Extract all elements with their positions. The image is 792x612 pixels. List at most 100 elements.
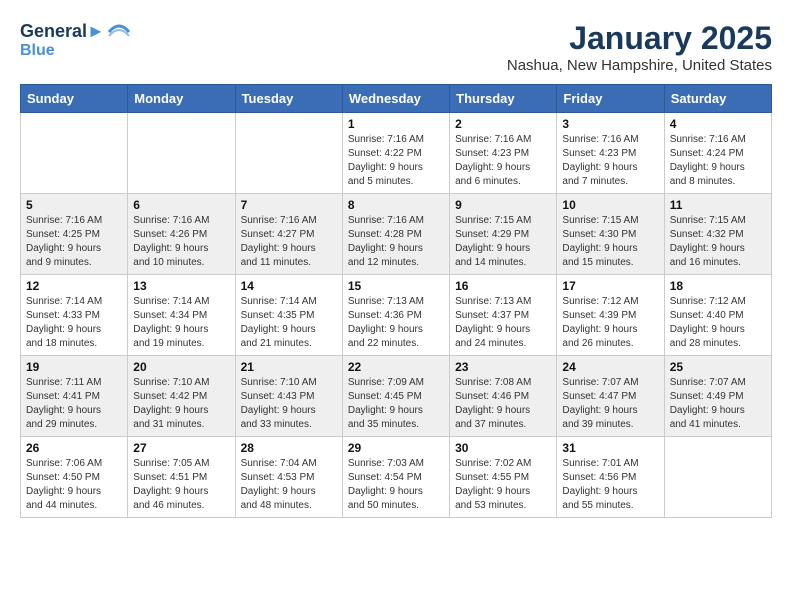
calendar-cell: 27Sunrise: 7:05 AM Sunset: 4:51 PM Dayli… <box>128 437 235 518</box>
day-number: 19 <box>26 360 122 374</box>
calendar-week-2: 5 Sunrise: 7:16 AM Sunset: 4:25 PM Daylig… <box>21 194 772 275</box>
day-number: 26 <box>26 441 122 455</box>
logo: General► Blue <box>20 20 131 60</box>
calendar-cell: 3Sunrise: 7:16 AM Sunset: 4:23 PM Daylig… <box>557 113 664 194</box>
calendar-cell: 10Sunrise: 7:15 AM Sunset: 4:30 PM Dayli… <box>557 194 664 275</box>
logo-blue: Blue <box>20 42 131 60</box>
calendar-cell: 17 Sunrise: 7:12 AM Sunset: 4:39 PM Dayli… <box>557 275 664 356</box>
day-info: Sunrise: 7:12 AM Sunset: 4:40 PM Dayligh… <box>670 295 766 351</box>
day-info: Sunrise: 7:16 AM Sunset: 4:25 PM Dayligh… <box>26 214 122 270</box>
day-number: 22 <box>348 360 444 374</box>
calendar-cell: 18 Sunrise: 7:12 AM Sunset: 4:40 PM Dayli… <box>664 275 771 356</box>
day-number: 8 <box>348 198 444 212</box>
calendar-cell <box>128 113 235 194</box>
day-number: 24 <box>562 360 658 374</box>
logo-text: General► <box>20 21 105 43</box>
day-number: 11 <box>670 198 766 212</box>
day-info: Sunrise: 7:07 AM Sunset: 4:47 PM Dayligh… <box>562 376 658 432</box>
day-info: Sunrise: 7:07 AM Sunset: 4:49 PM Dayligh… <box>670 376 766 432</box>
day-info: Sunrise: 7:16 AM Sunset: 4:28 PM Dayligh… <box>348 214 444 270</box>
day-number: 16 <box>455 279 551 293</box>
calendar-cell: 9 Sunrise: 7:15 AM Sunset: 4:29 PM Daylig… <box>450 194 557 275</box>
day-number: 4 <box>670 117 766 131</box>
weekday-header-wednesday: Wednesday <box>342 85 449 113</box>
day-info: Sunrise: 7:14 AM Sunset: 4:35 PM Dayligh… <box>241 295 337 351</box>
month-title: January 2025 <box>507 20 772 57</box>
day-info: Sunrise: 7:10 AM Sunset: 4:43 PM Dayligh… <box>241 376 337 432</box>
calendar: SundayMondayTuesdayWednesdayThursdayFrid… <box>20 84 772 518</box>
calendar-cell: 28 Sunrise: 7:04 AM Sunset: 4:53 PM Dayli… <box>235 437 342 518</box>
day-number: 23 <box>455 360 551 374</box>
title-area: January 2025 Nashua, New Hampshire, Unit… <box>507 20 772 74</box>
day-info: Sunrise: 7:12 AM Sunset: 4:39 PM Dayligh… <box>562 295 658 351</box>
calendar-cell: 2 Sunrise: 7:16 AM Sunset: 4:23 PM Daylig… <box>450 113 557 194</box>
day-info: Sunrise: 7:02 AM Sunset: 4:55 PM Dayligh… <box>455 457 551 513</box>
day-info: Sunrise: 7:16 AM Sunset: 4:23 PM Dayligh… <box>455 133 551 189</box>
day-info: Sunrise: 7:09 AM Sunset: 4:45 PM Dayligh… <box>348 376 444 432</box>
day-number: 28 <box>241 441 337 455</box>
location-title: Nashua, New Hampshire, United States <box>507 57 772 74</box>
calendar-cell: 25 Sunrise: 7:07 AM Sunset: 4:49 PM Dayli… <box>664 356 771 437</box>
calendar-cell: 16 Sunrise: 7:13 AM Sunset: 4:37 PM Dayli… <box>450 275 557 356</box>
day-number: 15 <box>348 279 444 293</box>
day-number: 2 <box>455 117 551 131</box>
day-number: 6 <box>133 198 229 212</box>
calendar-cell <box>664 437 771 518</box>
calendar-cell: 11 Sunrise: 7:15 AM Sunset: 4:32 PM Dayli… <box>664 194 771 275</box>
day-info: Sunrise: 7:14 AM Sunset: 4:33 PM Dayligh… <box>26 295 122 351</box>
calendar-cell: 19 Sunrise: 7:11 AM Sunset: 4:41 PM Dayli… <box>21 356 128 437</box>
day-number: 29 <box>348 441 444 455</box>
day-info: Sunrise: 7:10 AM Sunset: 4:42 PM Dayligh… <box>133 376 229 432</box>
header: General► Blue January 2025 Nashua, New H… <box>20 20 772 74</box>
calendar-week-3: 12 Sunrise: 7:14 AM Sunset: 4:33 PM Dayli… <box>21 275 772 356</box>
day-number: 20 <box>133 360 229 374</box>
day-info: Sunrise: 7:06 AM Sunset: 4:50 PM Dayligh… <box>26 457 122 513</box>
day-number: 9 <box>455 198 551 212</box>
weekday-header-thursday: Thursday <box>450 85 557 113</box>
calendar-cell: 14Sunrise: 7:14 AM Sunset: 4:35 PM Dayli… <box>235 275 342 356</box>
calendar-cell: 8 Sunrise: 7:16 AM Sunset: 4:28 PM Daylig… <box>342 194 449 275</box>
day-number: 7 <box>241 198 337 212</box>
day-info: Sunrise: 7:16 AM Sunset: 4:24 PM Dayligh… <box>670 133 766 189</box>
calendar-cell: 1Sunrise: 7:16 AM Sunset: 4:22 PM Daylig… <box>342 113 449 194</box>
day-info: Sunrise: 7:05 AM Sunset: 4:51 PM Dayligh… <box>133 457 229 513</box>
day-number: 17 <box>562 279 658 293</box>
day-info: Sunrise: 7:15 AM Sunset: 4:32 PM Dayligh… <box>670 214 766 270</box>
calendar-cell: 29 Sunrise: 7:03 AM Sunset: 4:54 PM Dayli… <box>342 437 449 518</box>
logo-icon <box>107 20 131 44</box>
calendar-cell: 7 Sunrise: 7:16 AM Sunset: 4:27 PM Daylig… <box>235 194 342 275</box>
day-info: Sunrise: 7:03 AM Sunset: 4:54 PM Dayligh… <box>348 457 444 513</box>
day-info: Sunrise: 7:11 AM Sunset: 4:41 PM Dayligh… <box>26 376 122 432</box>
day-number: 3 <box>562 117 658 131</box>
day-info: Sunrise: 7:04 AM Sunset: 4:53 PM Dayligh… <box>241 457 337 513</box>
calendar-cell: 23 Sunrise: 7:08 AM Sunset: 4:46 PM Dayli… <box>450 356 557 437</box>
day-info: Sunrise: 7:15 AM Sunset: 4:29 PM Dayligh… <box>455 214 551 270</box>
day-number: 31 <box>562 441 658 455</box>
calendar-week-1: 1Sunrise: 7:16 AM Sunset: 4:22 PM Daylig… <box>21 113 772 194</box>
day-info: Sunrise: 7:16 AM Sunset: 4:22 PM Dayligh… <box>348 133 444 189</box>
calendar-cell: 5 Sunrise: 7:16 AM Sunset: 4:25 PM Daylig… <box>21 194 128 275</box>
day-info: Sunrise: 7:08 AM Sunset: 4:46 PM Dayligh… <box>455 376 551 432</box>
calendar-cell: 20 Sunrise: 7:10 AM Sunset: 4:42 PM Dayli… <box>128 356 235 437</box>
calendar-cell: 24 Sunrise: 7:07 AM Sunset: 4:47 PM Dayli… <box>557 356 664 437</box>
day-number: 18 <box>670 279 766 293</box>
day-info: Sunrise: 7:13 AM Sunset: 4:37 PM Dayligh… <box>455 295 551 351</box>
day-info: Sunrise: 7:01 AM Sunset: 4:56 PM Dayligh… <box>562 457 658 513</box>
calendar-cell: 31 Sunrise: 7:01 AM Sunset: 4:56 PM Dayli… <box>557 437 664 518</box>
day-info: Sunrise: 7:16 AM Sunset: 4:27 PM Dayligh… <box>241 214 337 270</box>
weekday-header-monday: Monday <box>128 85 235 113</box>
calendar-cell: 30 Sunrise: 7:02 AM Sunset: 4:55 PM Dayli… <box>450 437 557 518</box>
calendar-week-4: 19 Sunrise: 7:11 AM Sunset: 4:41 PM Dayli… <box>21 356 772 437</box>
calendar-header-row: SundayMondayTuesdayWednesdayThursdayFrid… <box>21 85 772 113</box>
calendar-cell <box>235 113 342 194</box>
day-info: Sunrise: 7:13 AM Sunset: 4:36 PM Dayligh… <box>348 295 444 351</box>
day-number: 25 <box>670 360 766 374</box>
day-number: 12 <box>26 279 122 293</box>
day-info: Sunrise: 7:14 AM Sunset: 4:34 PM Dayligh… <box>133 295 229 351</box>
day-number: 10 <box>562 198 658 212</box>
day-number: 5 <box>26 198 122 212</box>
calendar-cell: 15 Sunrise: 7:13 AM Sunset: 4:36 PM Dayli… <box>342 275 449 356</box>
calendar-cell <box>21 113 128 194</box>
calendar-cell: 6Sunrise: 7:16 AM Sunset: 4:26 PM Daylig… <box>128 194 235 275</box>
day-number: 30 <box>455 441 551 455</box>
